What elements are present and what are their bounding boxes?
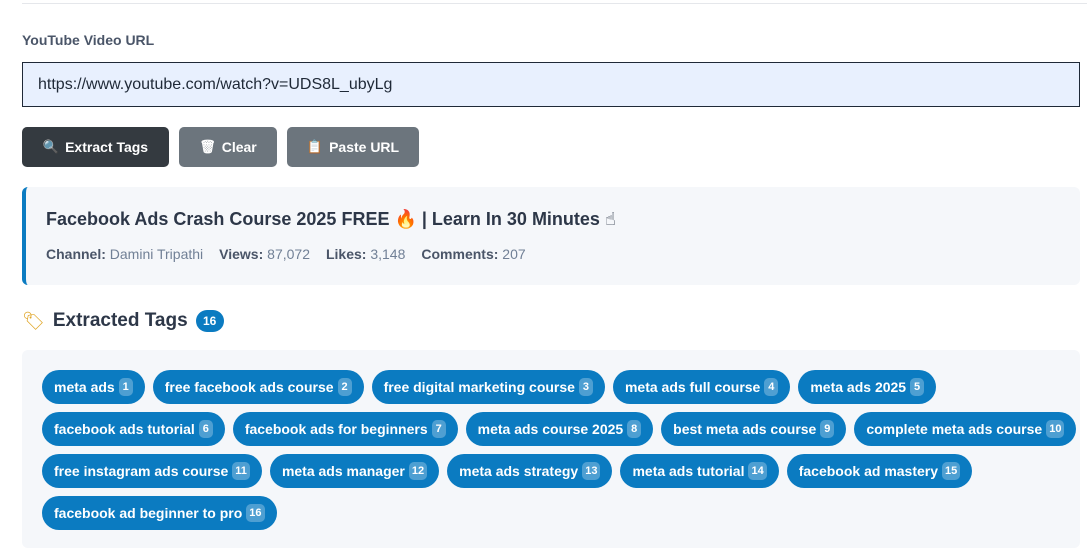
tag-chip[interactable]: facebook ad beginner to pro 16	[42, 496, 277, 530]
tag-chip[interactable]: free digital marketing course 3	[371, 370, 605, 404]
tag-index-badge: 9	[820, 420, 835, 438]
clear-label: Clear	[221, 139, 257, 155]
tag-chip[interactable]: facebook ads tutorial 6	[42, 412, 225, 446]
tag-text: facebook ads tutorial	[54, 421, 195, 437]
views-value: 87,072	[267, 246, 310, 262]
tag-text: facebook ads for beginners	[244, 421, 428, 437]
tag-text: meta ads tutorial	[632, 463, 745, 479]
tag-chip[interactable]: meta ads 1	[42, 370, 145, 404]
tag-text: facebook ad mastery	[798, 463, 939, 479]
clear-button[interactable]: 🗑 Clear	[179, 127, 277, 167]
tag-index-badge: 11	[232, 462, 250, 480]
extracted-tags-title: Extracted Tags	[52, 310, 188, 331]
tag-index-badge: 3	[578, 378, 593, 396]
tag-chip[interactable]: meta ads full course 4	[612, 370, 791, 404]
tag-text: free digital marketing course	[383, 379, 575, 395]
video-meta-row: Channel: Damini Tripathi Views: 87,072 L…	[46, 246, 526, 262]
video-title: Facebook Ads Crash Course 2025 FREE 🔥 | …	[46, 209, 616, 229]
tag-index-badge: 10	[1046, 420, 1065, 438]
tag-chip[interactable]: meta ads tutorial 14	[620, 454, 779, 488]
tag-index-badge: 7	[431, 420, 446, 438]
trash-icon: 🗑	[199, 139, 216, 154]
tags-container: meta ads 1 free facebook ads course 2 free d…	[22, 350, 1080, 548]
tag-count-badge: 16	[195, 310, 224, 332]
extracted-tags-header: 🏷 Extracted Tags 16	[22, 308, 224, 334]
tag-text: free instagram ads course	[54, 463, 229, 479]
tag-chip[interactable]: free facebook ads course 2	[152, 370, 364, 404]
tag-index-badge: 12	[408, 462, 428, 480]
tag-chip[interactable]: facebook ad mastery 15	[786, 454, 973, 488]
url-field-label: YouTube Video URL	[22, 32, 155, 48]
tag-chip[interactable]: meta ads manager 12	[269, 454, 440, 488]
extract-tags-label: Extract Tags	[65, 139, 149, 155]
tag-index-badge: 14	[748, 462, 767, 480]
tag-index-badge: 6	[198, 420, 213, 438]
comments-key: Comments:	[421, 246, 499, 262]
tag-text: meta ads strategy	[459, 463, 579, 479]
tag-chip[interactable]: meta ads strategy 13	[447, 454, 613, 488]
tag-text: complete meta ads course	[866, 421, 1043, 437]
extract-tags-button[interactable]: 🔍 Extract Tags	[22, 127, 169, 167]
tag-text: best meta ads course	[673, 421, 817, 437]
tag-chip[interactable]: meta ads course 2025 8	[465, 412, 654, 446]
likes-key: Likes:	[325, 246, 367, 262]
tag-index-badge: 16	[246, 504, 265, 522]
tag-chip[interactable]: meta ads 2025 5	[798, 370, 937, 404]
tag-index-badge: 5	[910, 378, 925, 396]
tag-text: meta ads	[54, 379, 115, 395]
channel-meta: Channel: Damini Tripathi	[46, 246, 203, 262]
tag-index-badge: 15	[942, 462, 961, 480]
tag-index-badge: 2	[337, 378, 352, 396]
tag-chip[interactable]: free instagram ads course 11	[42, 454, 262, 488]
tag-chip[interactable]: best meta ads course 9	[661, 412, 847, 446]
channel-value: Damini Tripathi	[109, 246, 204, 262]
tag-text: meta ads full course	[624, 379, 761, 395]
views-meta: Views: 87,072	[219, 246, 310, 262]
tag-chip[interactable]: facebook ads for beginners 7	[232, 412, 458, 446]
comments-meta: Comments: 207	[421, 246, 525, 262]
clipboard-icon: 📋	[306, 139, 324, 154]
tag-text: meta ads manager	[281, 463, 405, 479]
youtube-url-input[interactable]	[22, 62, 1080, 107]
tag-text: meta ads 2025	[810, 379, 907, 395]
channel-key: Channel:	[46, 246, 106, 262]
tag-chip[interactable]: complete meta ads course 10	[854, 412, 1077, 446]
top-divider	[22, 0, 1087, 4]
tag-text: facebook ad beginner to pro	[54, 505, 243, 521]
tag-text: free facebook ads course	[164, 379, 334, 395]
video-info-card: Facebook Ads Crash Course 2025 FREE 🔥 | …	[22, 187, 1080, 285]
tag-index-badge: 8	[627, 420, 642, 438]
tag-index-badge: 4	[764, 378, 779, 396]
paste-url-button[interactable]: 📋 Paste URL	[287, 127, 419, 167]
comments-value: 207	[502, 246, 526, 262]
likes-meta: Likes: 3,148	[326, 246, 405, 262]
likes-value: 3,148	[370, 246, 406, 262]
tag-index-badge: 1	[118, 378, 133, 396]
views-key: Views:	[219, 246, 264, 262]
paste-url-label: Paste URL	[329, 139, 400, 155]
search-icon: 🔍	[42, 139, 60, 154]
tag-index-badge: 13	[582, 462, 601, 480]
tag-text: meta ads course 2025	[477, 421, 624, 437]
tag-icon: 🏷	[22, 310, 45, 331]
